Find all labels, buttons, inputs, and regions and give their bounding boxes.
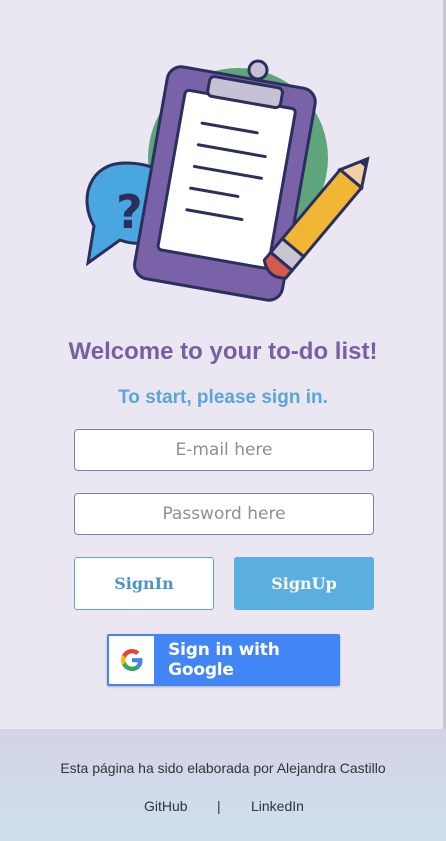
footer: Esta página ha sido elaborada por Alejan… <box>0 729 446 841</box>
signin-button[interactable]: SignIn <box>74 557 214 610</box>
google-signin-button[interactable]: Sign in with Google <box>107 634 340 686</box>
page-title: Welcome to your to-do list! <box>68 338 378 365</box>
signin-label: SignIn <box>114 574 174 593</box>
todo-illustration: ? <box>85 59 370 302</box>
google-signin-label: Sign in with Google <box>168 640 280 680</box>
svg-text:?: ? <box>116 185 143 239</box>
email-placeholder: E-mail here <box>175 440 273 460</box>
footer-links: GitHub | LinkedIn <box>0 798 446 818</box>
google-icon <box>109 636 155 684</box>
footer-credit: Esta página ha sido elaborada por Alejan… <box>60 760 386 776</box>
page-subtitle: To start, please sign in. <box>118 387 328 408</box>
footer-separator: | <box>217 798 221 814</box>
signup-button[interactable]: SignUp <box>234 557 374 610</box>
signup-label: SignUp <box>271 574 337 593</box>
password-field[interactable]: Password here <box>74 493 374 535</box>
email-field[interactable]: E-mail here <box>74 429 374 471</box>
github-link[interactable]: GitHub <box>144 798 188 814</box>
password-placeholder: Password here <box>162 504 286 524</box>
linkedin-link[interactable]: LinkedIn <box>251 798 304 814</box>
